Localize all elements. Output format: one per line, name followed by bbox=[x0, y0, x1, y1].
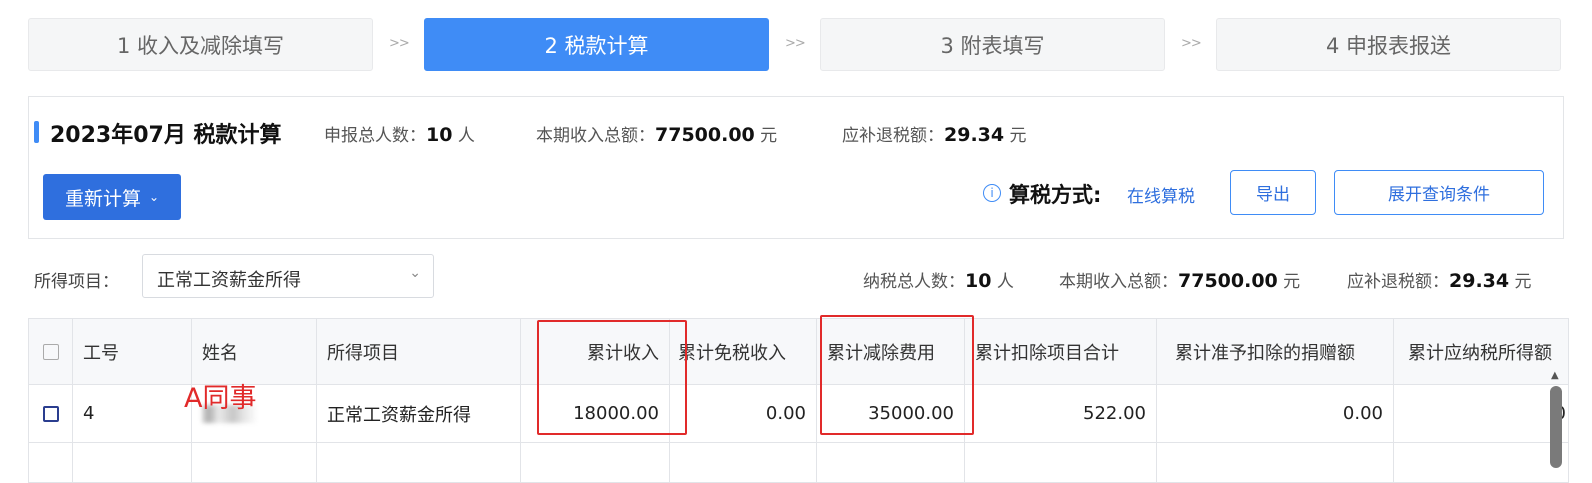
select-all-checkbox[interactable] bbox=[42, 344, 59, 360]
stat-value: 29.34 bbox=[944, 124, 1005, 146]
stat-tax-due: 应补退税额：29.34 元 bbox=[842, 121, 1027, 146]
stat-total-people: 申报总人数：10 人 bbox=[324, 121, 475, 146]
column-header-item[interactable]: 所得项目 bbox=[316, 318, 521, 385]
chevron-down-icon: ⌄ bbox=[409, 265, 421, 281]
cell-deduct-total: 522.00 bbox=[964, 384, 1157, 443]
summary-unit: 元 bbox=[1514, 272, 1532, 292]
highlight-box-deduction bbox=[820, 315, 974, 435]
summary-tax-due: 应补退税额：29.34 元 bbox=[1347, 267, 1532, 292]
recalculate-label: 重新计算 bbox=[64, 187, 141, 210]
stat-label: 应补退税额： bbox=[842, 126, 944, 146]
row-checkbox[interactable] bbox=[42, 406, 59, 422]
title-accent-bar bbox=[34, 121, 39, 143]
tax-method-label: 算税方式: bbox=[1009, 183, 1102, 207]
stat-unit: 元 bbox=[1009, 126, 1027, 146]
column-header-taxable[interactable]: 累计应纳税所得额 bbox=[1393, 318, 1569, 385]
step-label: 2 税款计算 bbox=[544, 33, 649, 58]
stat-unit: 元 bbox=[760, 126, 778, 146]
chevron-down-icon: ⌄ bbox=[148, 190, 160, 204]
income-item-label: 所得项目： bbox=[34, 272, 119, 292]
scrollbar-thumb[interactable] bbox=[1550, 386, 1562, 468]
stat-unit: 人 bbox=[457, 126, 475, 146]
row-checkbox-cell[interactable] bbox=[28, 384, 73, 443]
cell-id: 4 bbox=[72, 384, 192, 443]
column-header-id[interactable]: 工号 bbox=[72, 318, 192, 385]
summary-unit: 元 bbox=[1283, 272, 1301, 292]
info-icon[interactable]: i bbox=[983, 184, 1001, 202]
export-button[interactable]: 导出 bbox=[1230, 170, 1316, 215]
step-report-submit[interactable]: 4 申报表报送 bbox=[1216, 18, 1561, 71]
summary-label: 本期收入总额： bbox=[1059, 272, 1178, 292]
stat-total-income: 本期收入总额：77500.00 元 bbox=[536, 121, 777, 146]
summary-total-taxpayers: 纳税总人数：10 人 bbox=[863, 267, 1014, 292]
step-label: 4 申报表报送 bbox=[1325, 33, 1452, 58]
step-label: 1 收入及减除填写 bbox=[116, 33, 285, 58]
cell-exempt: 0.00 bbox=[669, 384, 817, 443]
summary-unit: 人 bbox=[996, 272, 1014, 292]
scroll-up-icon[interactable]: ▲ bbox=[1551, 370, 1559, 381]
summary-label: 纳税总人数： bbox=[863, 272, 965, 292]
vertical-scrollbar[interactable]: ▲ bbox=[1546, 364, 1566, 468]
stat-label: 本期收入总额： bbox=[536, 126, 655, 146]
tax-method-value: 在线算税 bbox=[1127, 187, 1195, 207]
cell-item: 正常工资薪金所得 bbox=[316, 384, 521, 443]
chevron-right-icon: >> bbox=[1181, 36, 1202, 51]
table-row[interactable]: 4 正常工资薪金所得 18000.00 0.00 35000.00 522.00… bbox=[28, 384, 1569, 443]
chevron-right-icon: >> bbox=[785, 36, 806, 51]
recalculate-button[interactable]: 重新计算 ⌄ bbox=[43, 174, 181, 220]
column-header-name[interactable]: 姓名 bbox=[191, 318, 317, 385]
step-tax-calc[interactable]: 2 税款计算 bbox=[424, 18, 769, 71]
stat-value: 77500.00 bbox=[655, 124, 755, 146]
stat-label: 申报总人数： bbox=[324, 126, 426, 146]
highlight-box-income bbox=[537, 320, 687, 435]
summary-value: 10 bbox=[965, 270, 992, 292]
column-header-exempt[interactable]: 累计免税收入 bbox=[669, 318, 817, 385]
step-label: 3 附表填写 bbox=[940, 33, 1045, 58]
column-header-deduct-total[interactable]: 累计扣除项目合计 bbox=[964, 318, 1157, 385]
stat-value: 10 bbox=[426, 124, 453, 146]
summary-total-income: 本期收入总额：77500.00 元 bbox=[1059, 267, 1300, 292]
step-income-fill[interactable]: 1 收入及减除填写 bbox=[28, 18, 373, 71]
expand-query-button[interactable]: 展开查询条件 bbox=[1334, 170, 1544, 215]
expand-query-label: 展开查询条件 bbox=[1388, 185, 1490, 205]
table-row bbox=[28, 442, 1569, 483]
column-header-donation[interactable]: 累计准予扣除的捐赠额 bbox=[1156, 318, 1394, 385]
export-label: 导出 bbox=[1256, 185, 1290, 205]
chevron-right-icon: >> bbox=[389, 36, 410, 51]
summary-label: 应补退税额： bbox=[1347, 272, 1449, 292]
summary-value: 77500.00 bbox=[1178, 270, 1278, 292]
tax-calc-table: 工号 姓名 所得项目 累计收入 累计免税收入 累计减除费用 累计扣除项目合计 累… bbox=[28, 318, 1569, 483]
cell-taxable: 0 bbox=[1393, 384, 1569, 443]
income-item-selected: 正常工资薪金所得 bbox=[157, 270, 301, 291]
page-title: 2023年07月 税款计算 bbox=[50, 123, 282, 148]
annotation-label: A同事 bbox=[184, 383, 257, 414]
summary-value: 29.34 bbox=[1449, 270, 1510, 292]
step-attachment-fill[interactable]: 3 附表填写 bbox=[820, 18, 1165, 71]
cell-donation: 0.00 bbox=[1156, 384, 1394, 443]
select-all-checkbox-cell[interactable] bbox=[28, 318, 73, 385]
table-header-row: 工号 姓名 所得项目 累计收入 累计免税收入 累计减除费用 累计扣除项目合计 累… bbox=[28, 318, 1569, 385]
income-item-select[interactable]: 正常工资薪金所得 ⌄ bbox=[142, 254, 434, 298]
